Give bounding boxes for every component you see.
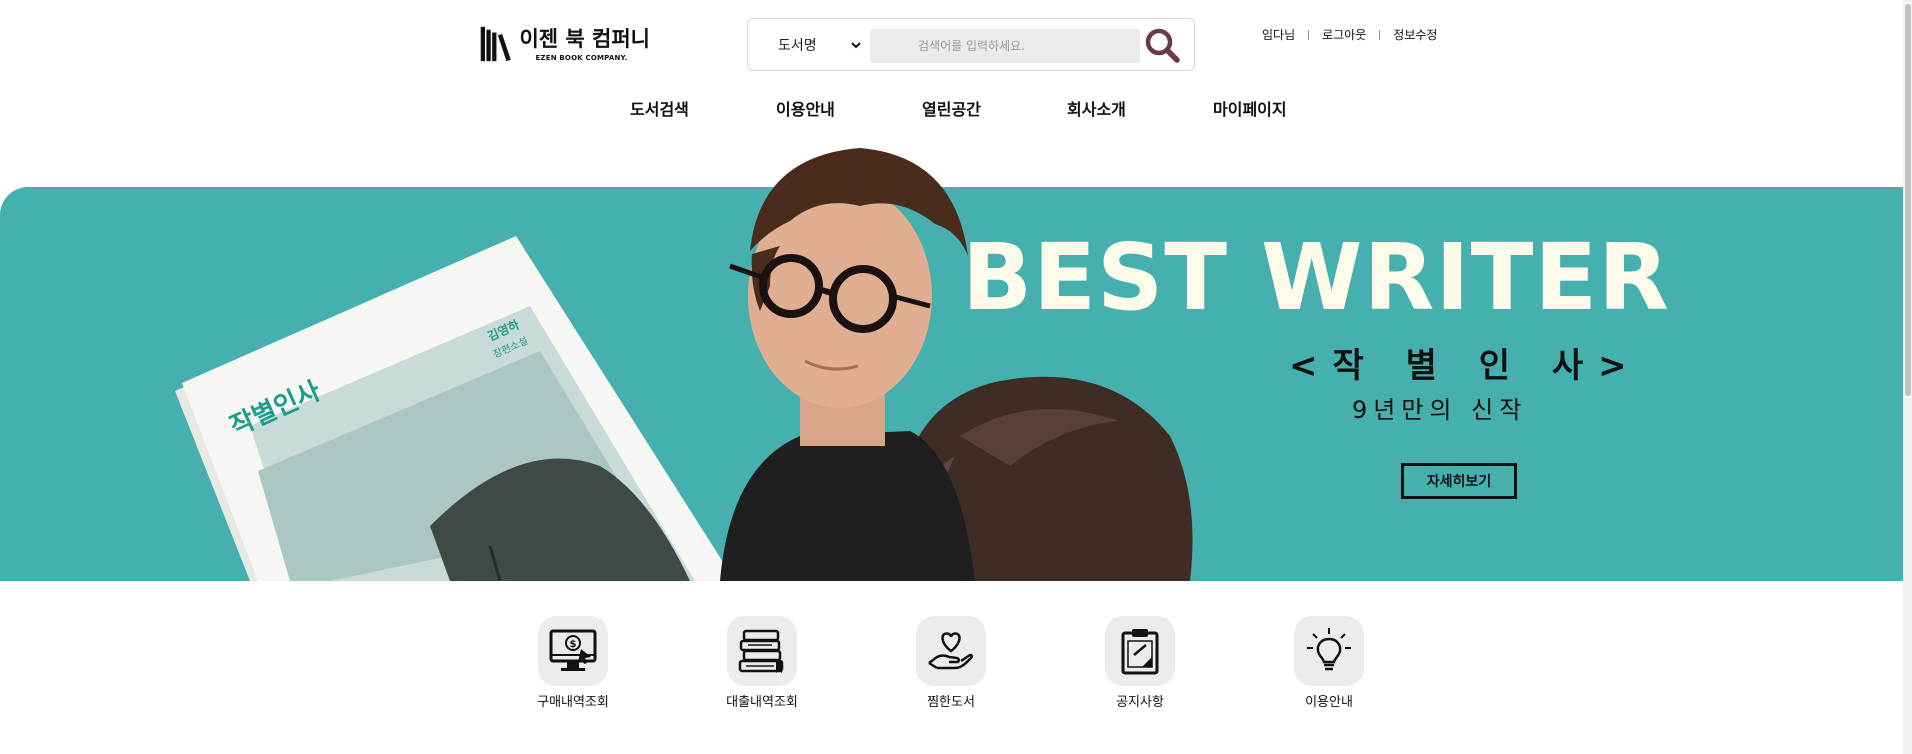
heart-hand-icon: [928, 632, 974, 670]
banner-artwork: 작별인사 김영하 장편소설: [175, 148, 1193, 581]
logo-subtitle: EZEN BOOK COMPANY.: [535, 53, 628, 62]
quick-item-label: 구매내역조회: [537, 695, 609, 710]
chevron-down-icon: [851, 42, 861, 49]
search-input[interactable]: [870, 29, 1140, 63]
clipboard-icon: [1121, 629, 1159, 675]
search-bar: 도서명: [747, 18, 1195, 71]
scrollbar-thumb[interactable]: [1905, 4, 1911, 396]
quick-item-label: 찜한도서: [927, 695, 975, 710]
details-button[interactable]: 자세히보기: [1401, 463, 1517, 499]
edit-profile-link[interactable]: 정보수정: [1393, 26, 1437, 43]
quick-item-label: 대출내역조회: [726, 695, 798, 710]
search-icon: [1145, 28, 1180, 63]
book-stack-icon: [738, 629, 784, 673]
quick-icon-box: [916, 616, 986, 686]
quick-item-notice[interactable]: 공지사항: [1075, 616, 1205, 710]
search-category-select[interactable]: 도서명: [758, 28, 868, 62]
nav-item-company[interactable]: 회사소개: [1067, 96, 1126, 120]
book-logo-icon: [480, 26, 511, 62]
divider: [1308, 29, 1310, 40]
quick-item-guide[interactable]: 이용안내: [1264, 616, 1394, 710]
quick-icon-box: [1105, 616, 1175, 686]
quick-item-purchase-history[interactable]: $ 구매내역조회: [508, 616, 638, 710]
svg-text:$: $: [570, 639, 577, 650]
utility-links: 임다님 로그아웃 정보수정: [1262, 26, 1437, 43]
nav-item-open-space[interactable]: 열린공간: [922, 96, 981, 120]
banner-subtitle: <작 별 인 사>: [1289, 346, 1642, 386]
book-cover-image: 작별인사 김영하 장편소설: [175, 236, 735, 581]
quick-item-wishlist[interactable]: 찜한도서: [886, 616, 1016, 710]
nav-item-mypage[interactable]: 마이페이지: [1213, 96, 1287, 120]
quick-item-label: 공지사항: [1116, 695, 1164, 710]
monitor-dollar-icon: $: [549, 629, 597, 671]
quick-menu: $ 구매내역조회 대출내역조회 찜한도서 공지사항 이용안내: [0, 616, 1912, 716]
quick-icon-box: [727, 616, 797, 686]
author-photo: [720, 148, 975, 581]
search-button[interactable]: [1140, 26, 1184, 64]
user-name-link[interactable]: 임다님: [1262, 26, 1295, 43]
quick-item-rental-history[interactable]: 대출내역조회: [697, 616, 827, 710]
quick-icon-box: $: [538, 616, 608, 686]
logout-link[interactable]: 로그아웃: [1322, 26, 1366, 43]
nav-item-book-search[interactable]: 도서검색: [630, 96, 689, 120]
search-category-value: 도서명: [778, 38, 817, 54]
lightbulb-icon: [1307, 628, 1351, 671]
quick-item-label: 이용안내: [1305, 695, 1353, 710]
divider: [1379, 29, 1381, 40]
nav-item-guide[interactable]: 이용안내: [776, 96, 835, 120]
logo-title: 이젠 북 컴퍼니: [519, 26, 650, 51]
banner-title: BEST WRITER: [962, 224, 1671, 331]
logo[interactable]: 이젠 북 컴퍼니 EZEN BOOK COMPANY.: [480, 18, 650, 70]
quick-icon-box: [1294, 616, 1364, 686]
banner-tagline: 9년만의 신작: [1352, 396, 1528, 424]
